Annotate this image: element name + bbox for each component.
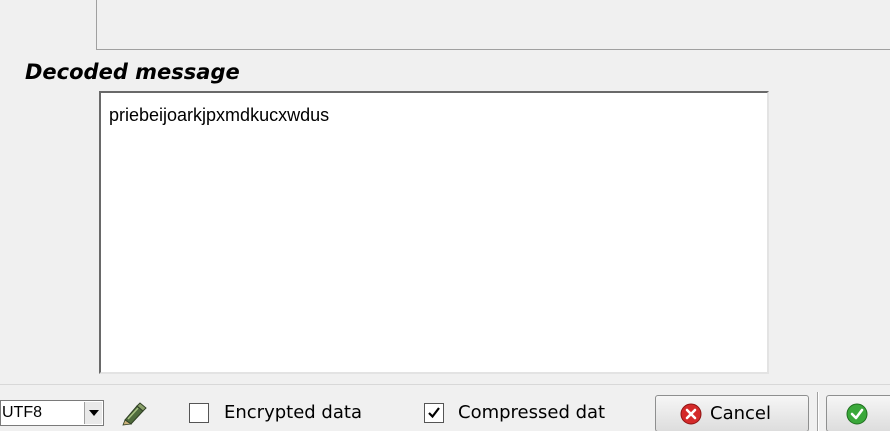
decoded-message-text: priebeijoarkjpxmdkucxwdus xyxy=(109,105,330,125)
encoded-message-panel xyxy=(96,0,890,50)
cancel-button-label: Cancel xyxy=(710,403,771,424)
cancel-button[interactable]: Cancel xyxy=(655,395,809,431)
decoded-message-title: Decoded message xyxy=(25,60,240,84)
encrypted-data-checkbox[interactable] xyxy=(189,403,209,423)
compressed-data-label: Compressed dat xyxy=(458,402,606,423)
decode-dialog: Decoded message priebeijoarkjpxmdkucxwdu… xyxy=(0,0,890,431)
encoding-select[interactable]: UTF8 xyxy=(0,400,104,426)
encrypted-data-label: Encrypted data xyxy=(224,402,362,423)
ok-icon xyxy=(846,403,868,425)
button-separator xyxy=(817,392,819,431)
ok-button[interactable] xyxy=(826,395,890,431)
encoding-select-value: UTF8 xyxy=(2,404,42,421)
cancel-icon xyxy=(680,403,702,425)
chevron-down-icon[interactable] xyxy=(84,402,102,424)
pen-icon[interactable] xyxy=(121,400,147,426)
decoded-message-textarea[interactable]: priebeijoarkjpxmdkucxwdus xyxy=(99,91,769,374)
checkmark-icon xyxy=(428,407,440,419)
compressed-data-checkbox[interactable] xyxy=(424,403,444,423)
